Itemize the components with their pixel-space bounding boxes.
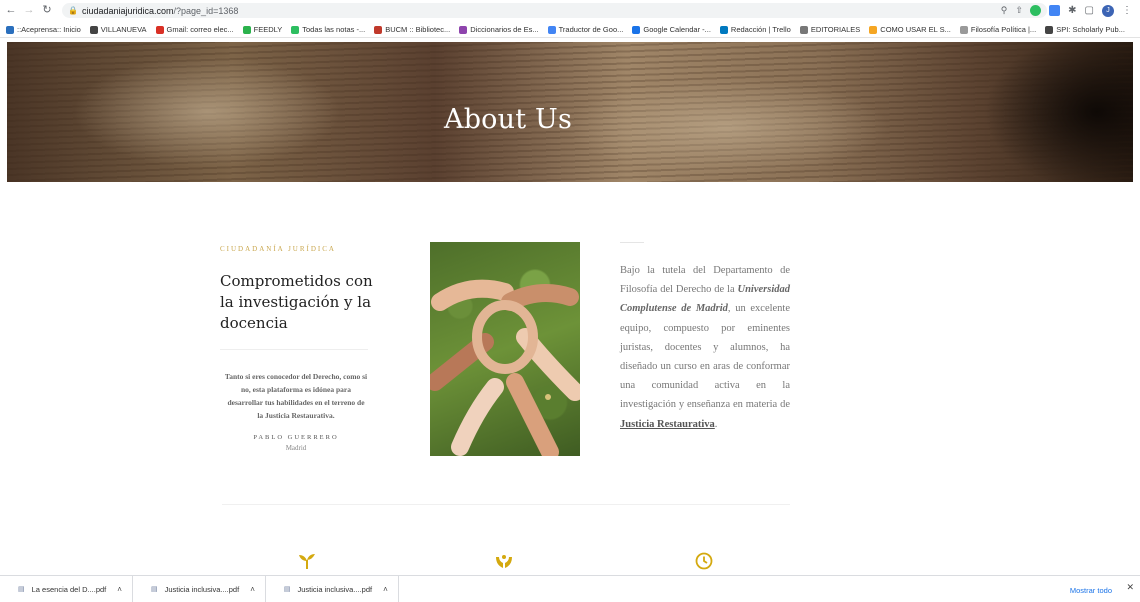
bookmark-favicon-icon <box>1045 25 1054 34</box>
bookmark-item[interactable]: ::Aceprensa:: Inicio <box>6 25 81 34</box>
hands-circle-photo <box>430 242 580 456</box>
bookmark-item[interactable]: VILLANUEVA <box>89 25 147 34</box>
forward-icon[interactable]: → <box>22 3 36 17</box>
bookmark-favicon-icon <box>869 25 878 34</box>
testimonial-author: PABLO GUERRERO <box>253 434 339 441</box>
bookmark-favicon-icon <box>374 25 383 34</box>
browser-toolbar: ← → ↻ 🔒 ciudadaniajuridica.com/?page_id=… <box>0 0 1140 20</box>
testimonial-location: Madrid <box>285 444 307 452</box>
chevron-up-icon[interactable]: ˄ <box>117 585 122 594</box>
chevron-up-icon[interactable]: ˄ <box>383 585 388 594</box>
page-title: About Us <box>444 104 573 135</box>
close-icon[interactable]: ✕ <box>1126 582 1134 593</box>
bookmark-item[interactable]: BUCM :: Bibliotec... <box>374 25 450 34</box>
bookmark-item[interactable]: Gmail: correo elec... <box>155 25 234 34</box>
hero-banner: About Us <box>7 42 1133 182</box>
zoom-icon[interactable]: ⚲ <box>1001 5 1008 16</box>
bookmark-label: COMO USAR EL S... <box>880 25 951 34</box>
sprout-icon <box>299 554 315 569</box>
chevron-up-icon[interactable]: ˄ <box>250 585 255 594</box>
bookmark-favicon-icon <box>547 25 556 34</box>
evernote-extension-icon[interactable] <box>1030 5 1042 16</box>
bookmark-item[interactable]: Redacción | Trello <box>719 25 791 34</box>
hands-illustration <box>430 279 580 456</box>
bookmark-favicon-icon <box>155 25 164 34</box>
divider <box>222 504 790 505</box>
bookmark-favicon-icon <box>291 25 300 34</box>
bookmark-label: EDITORIALES <box>810 25 861 34</box>
lock-icon: 🔒 <box>68 6 78 15</box>
bookmark-item[interactable]: Diccionarios de Es... <box>459 25 539 34</box>
bookmark-favicon-icon <box>89 25 98 34</box>
bookmark-item[interactable]: Traductor de Goo... <box>547 25 624 34</box>
downloads-bar: ▤ La esencia del D....pdf ˄ ▤ Justicia inclu… <box>0 575 1140 602</box>
show-all-downloads-button[interactable]: Mostrar todo <box>1064 583 1118 598</box>
bookmark-favicon-icon <box>959 25 968 34</box>
bookmark-item[interactable]: Todas las notas -... <box>291 25 365 34</box>
bookmark-item[interactable]: EDITORIALES <box>799 25 861 34</box>
download-filename: Justicia inclusiva....pdf <box>164 584 240 594</box>
bookmark-label: Gmail: correo elec... <box>166 25 234 34</box>
pdf-file-icon: ▤ <box>150 586 158 593</box>
url-text: ciudadaniajuridica.com/?page_id=1368 <box>81 5 239 16</box>
bookmark-favicon-icon <box>632 25 641 34</box>
translate-extension-icon[interactable] <box>1049 5 1061 16</box>
download-filename: Justicia inclusiva....pdf <box>297 584 373 594</box>
about-description: Bajo la tutela del Departamento de Filos… <box>620 265 791 430</box>
bookmark-item[interactable]: Filosofía Política |... <box>959 25 1037 34</box>
profile-avatar[interactable]: J <box>1102 4 1114 17</box>
bookmark-item[interactable]: COMO USAR EL S... <box>869 25 951 34</box>
bookmark-label: Diccionarios de Es... <box>470 25 539 34</box>
menu-kebab-icon[interactable]: ⋮ <box>1122 5 1132 16</box>
download-item[interactable]: ▤ Justicia inclusiva....pdf ˄ <box>266 575 399 602</box>
bookmark-label: SPI: Scholarly Pub... <box>1056 25 1125 34</box>
bookmarks-bar: ::Aceprensa:: Inicio VILLANUEVA Gmail: cor… <box>0 22 1140 38</box>
download-filename: La esencia del D....pdf <box>31 584 107 594</box>
bookmark-favicon-icon <box>799 25 808 34</box>
bookmark-label: Filosofía Política |... <box>970 25 1037 34</box>
bookmark-item[interactable]: FEEDLY <box>242 25 283 34</box>
share-icon[interactable]: ⇧ <box>1015 5 1023 16</box>
bookmark-label: BUCM :: Bibliotec... <box>385 25 451 34</box>
hands-heart-icon <box>496 555 512 568</box>
bookmark-label: Todas las notas -... <box>302 25 366 34</box>
pdf-file-icon: ▤ <box>18 586 25 593</box>
divider <box>220 349 368 350</box>
divider <box>620 242 644 243</box>
bookmark-label: VILLANUEVA <box>100 25 147 34</box>
download-item[interactable]: ▤ Justicia inclusiva....pdf ˄ <box>133 575 266 602</box>
section-heading: Comprometidos con la investigación y la … <box>220 272 373 332</box>
bookmark-favicon-icon <box>719 25 728 34</box>
bookmark-label: ::Aceprensa:: Inicio <box>17 25 81 34</box>
bookmark-label: FEEDLY <box>253 25 283 34</box>
bookmark-label: Google Calendar -... <box>643 25 711 34</box>
bookmark-item[interactable]: SPI: Scholarly Pub... <box>1045 25 1125 34</box>
justicia-restaurativa-link[interactable]: Justicia Restaurativa <box>620 419 715 430</box>
bookmark-favicon-icon <box>242 25 251 34</box>
bookmark-label: Redacción | Trello <box>730 25 791 34</box>
bookmark-label: Traductor de Goo... <box>558 25 624 34</box>
download-item[interactable]: ▤ La esencia del D....pdf ˄ <box>0 575 133 602</box>
section-kicker: CIUDADANÍA JURÍDICA <box>220 245 336 253</box>
side-panel-icon[interactable]: ▢ <box>1085 5 1094 16</box>
back-icon[interactable]: ← <box>4 3 18 17</box>
clock-icon <box>695 552 713 570</box>
bookmark-favicon-icon <box>6 25 14 34</box>
bookmark-item[interactable]: Google Calendar -... <box>632 25 711 34</box>
reload-icon[interactable]: ↻ <box>40 3 54 17</box>
extensions-puzzle-icon[interactable]: ✱ <box>1068 5 1076 16</box>
bookmark-favicon-icon <box>459 25 468 34</box>
testimonial-quote: Tanto si eres conocedor del Derecho, com… <box>224 372 368 420</box>
address-bar[interactable]: 🔒 ciudadaniajuridica.com/?page_id=1368 ⚲… <box>62 3 1047 18</box>
pdf-file-icon: ▤ <box>283 586 291 593</box>
